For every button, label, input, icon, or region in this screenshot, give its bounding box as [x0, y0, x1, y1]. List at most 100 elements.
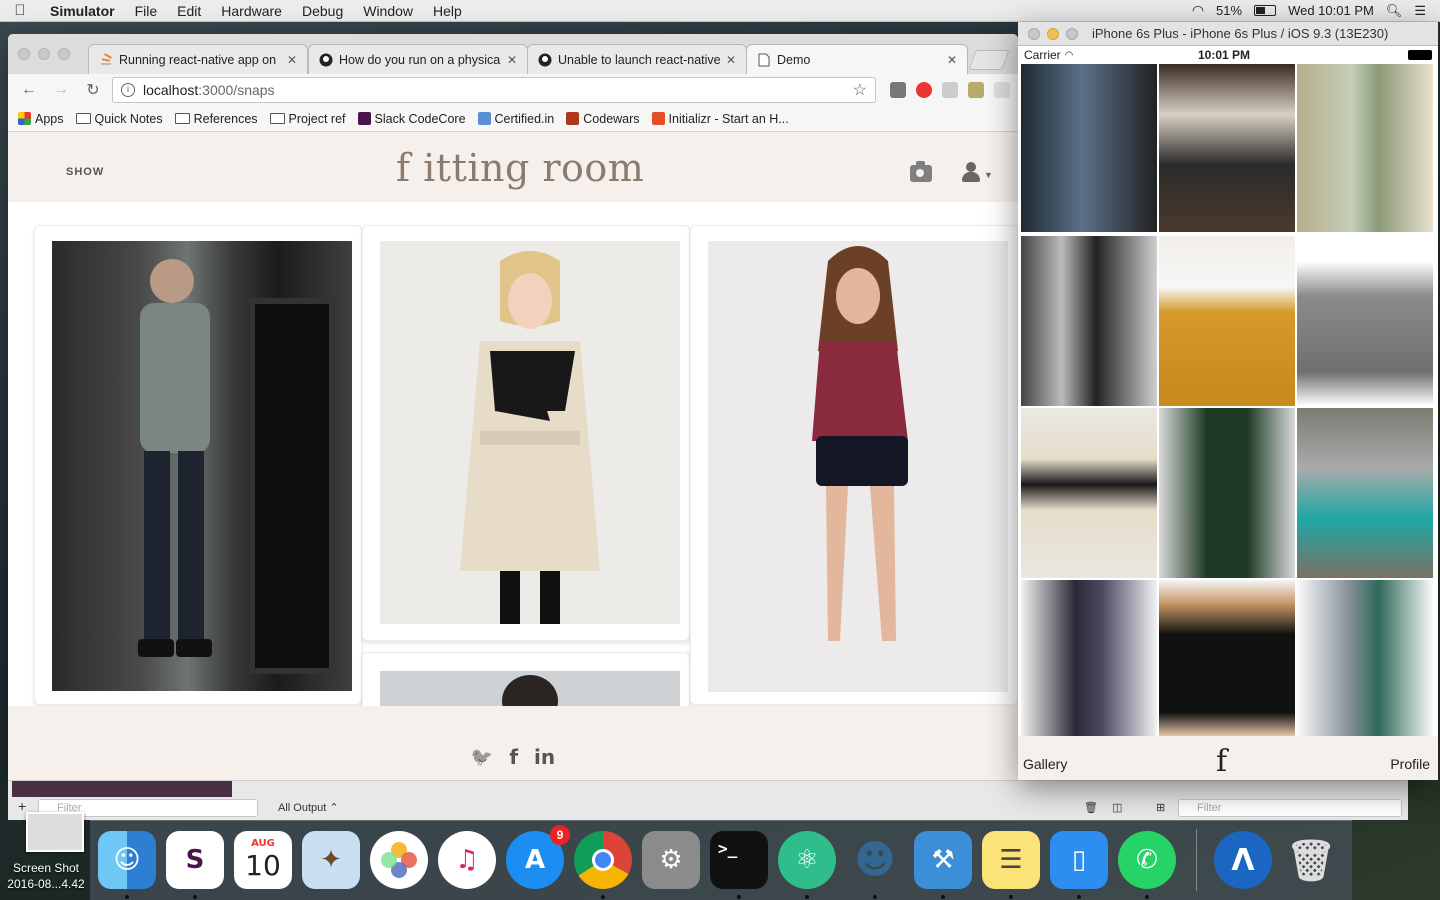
gallery-photo[interactable] — [1297, 236, 1433, 406]
snap-card[interactable] — [362, 652, 690, 713]
tab-running-react-native[interactable]: Running react-native app on ✕ — [88, 44, 308, 74]
slack-icon[interactable]: S — [166, 831, 224, 889]
photos-icon[interactable] — [370, 831, 428, 889]
battery-percent[interactable]: 51% — [1216, 3, 1242, 18]
bookmark-quick-notes[interactable]: Quick Notes — [75, 112, 163, 126]
opera-extension-icon[interactable] — [916, 82, 932, 98]
gallery-photo[interactable] — [1159, 236, 1295, 406]
gallery-photo[interactable] — [1159, 408, 1295, 578]
close-window-button[interactable] — [1028, 27, 1040, 40]
simulator-icon[interactable]: ▯ — [1050, 831, 1108, 889]
close-tab-icon[interactable]: ✕ — [947, 53, 957, 67]
itunes-icon[interactable]: ♫ — [438, 831, 496, 889]
battery-icon[interactable] — [1254, 5, 1277, 16]
menu-debug[interactable]: Debug — [292, 3, 353, 19]
notification-center-icon[interactable]: ☰ — [1414, 3, 1426, 19]
finder-icon[interactable]: ☺ — [98, 831, 156, 889]
close-tab-icon[interactable]: ✕ — [507, 53, 517, 67]
snap-card[interactable] — [362, 225, 690, 641]
bookmark-codewars[interactable]: Codewars — [566, 112, 640, 126]
menu-window[interactable]: Window — [353, 3, 423, 19]
site-info-icon[interactable]: i — [121, 83, 135, 97]
close-tab-icon[interactable]: ✕ — [287, 53, 297, 67]
wifi-icon[interactable]: ◠ — [1192, 2, 1204, 19]
whatsapp-icon[interactable]: ✆ — [1118, 831, 1176, 889]
notes-icon[interactable]: ☰ — [982, 831, 1040, 889]
apple-menu-icon[interactable]:  — [0, 2, 40, 19]
tab-unable-to-launch[interactable]: Unable to launch react-native ✕ — [527, 44, 747, 74]
close-tab-icon[interactable]: ✕ — [726, 53, 736, 67]
twitter-icon[interactable]: 🐦 — [471, 747, 493, 768]
bookmark-star-icon[interactable]: ☆ — [853, 80, 867, 100]
profile-tab[interactable]: Profile — [1390, 756, 1430, 772]
forward-button[interactable]: → — [48, 81, 74, 99]
add-icon[interactable]: + — [18, 798, 26, 814]
minimize-window-button[interactable] — [1047, 27, 1059, 40]
tab-how-do-you-run[interactable]: How do you run on a physica ✕ — [308, 44, 528, 74]
grid-view-icon[interactable]: ⊞ — [1156, 801, 1165, 814]
sourcetree-icon[interactable]: Λ — [1214, 831, 1272, 889]
terminal-icon[interactable]: >_ — [710, 831, 768, 889]
snap-card[interactable] — [34, 225, 362, 705]
calendar-icon[interactable]: AUG 10 — [234, 831, 292, 889]
app-logo-tab[interactable]: f — [1216, 744, 1227, 779]
atom-icon[interactable]: ⚛ — [778, 831, 836, 889]
gallery-tab[interactable]: Gallery — [1023, 756, 1067, 772]
menu-file[interactable]: File — [125, 3, 168, 19]
user-menu-icon[interactable]: ▼ — [960, 162, 996, 184]
gallery-photo[interactable] — [1021, 64, 1157, 232]
reload-button[interactable]: ↻ — [80, 80, 106, 100]
back-button[interactable]: ← — [16, 81, 42, 99]
trash-icon[interactable]: 🗑︎ — [1282, 831, 1340, 889]
chrome-icon[interactable] — [574, 831, 632, 889]
gallery-photo[interactable] — [1297, 580, 1433, 736]
facebook-icon[interactable]: f — [509, 745, 518, 769]
camera-icon[interactable] — [910, 161, 932, 182]
snap-card[interactable] — [690, 225, 1018, 705]
gallery-photo[interactable] — [1021, 580, 1157, 736]
extension-icon[interactable] — [890, 82, 906, 98]
menu-edit[interactable]: Edit — [167, 3, 211, 19]
gallery-photo[interactable] — [1297, 64, 1433, 232]
bookmark-slack-codecore[interactable]: Slack CodeCore — [357, 112, 466, 126]
menu-hardware[interactable]: Hardware — [211, 3, 292, 19]
extension-icon[interactable] — [994, 82, 1010, 98]
bookmark-certified[interactable]: Certified.in — [477, 112, 554, 126]
menu-app[interactable]: Simulator — [40, 3, 125, 19]
bookmark-apps[interactable]: Apps — [18, 112, 64, 126]
app-store-icon[interactable]: A9 — [506, 825, 570, 889]
bookmark-project-ref[interactable]: Project ref — [269, 112, 346, 126]
extension-icon[interactable] — [942, 82, 958, 98]
show-nav-link[interactable]: SHOW — [66, 166, 104, 178]
minimize-window-button[interactable] — [38, 48, 50, 60]
site-logo[interactable]: f itting room — [396, 146, 644, 190]
bookmark-references[interactable]: References — [174, 112, 258, 126]
address-bar[interactable]: i localhost:3000/snaps ☆ — [112, 77, 876, 103]
zoom-window-button[interactable] — [58, 48, 70, 60]
tab-demo[interactable]: Demo ✕ — [746, 44, 968, 74]
extension-icon[interactable] — [968, 82, 984, 98]
gallery-photo[interactable] — [1159, 580, 1295, 736]
screenshot-file-icon[interactable] — [26, 812, 84, 852]
mail-stamp-icon[interactable]: ✦ — [302, 831, 360, 889]
menubar-clock[interactable]: Wed 10:01 PM — [1288, 3, 1374, 18]
gallery-photo[interactable] — [1021, 408, 1157, 578]
postgres-elephant-icon[interactable]: ☻ — [846, 831, 904, 889]
linkedin-icon[interactable]: in — [534, 745, 555, 769]
screenshot-file-label[interactable]: Screen Shot 2016-08...4.42 — [0, 860, 92, 892]
all-output-selector[interactable]: All Output ⌃ — [278, 801, 339, 814]
trash-icon[interactable]: 🗑︎ — [1084, 801, 1098, 814]
close-window-button[interactable] — [18, 48, 30, 60]
spotlight-icon[interactable]: 🔍︎ — [1386, 3, 1403, 19]
menu-help[interactable]: Help — [423, 3, 472, 19]
layout-toggle-icon[interactable]: ◫ — [1112, 801, 1122, 814]
gallery-photo[interactable] — [1159, 64, 1295, 232]
xcode-icon[interactable]: ⚒ — [914, 831, 972, 889]
gallery-photo[interactable] — [1297, 408, 1433, 578]
system-preferences-icon[interactable]: ⚙ — [642, 831, 700, 889]
bookmark-initializr[interactable]: Initializr - Start an H... — [651, 112, 789, 126]
new-tab-button[interactable] — [968, 50, 1010, 70]
xcode-filter-input-right[interactable]: Filter — [1178, 799, 1402, 817]
zoom-window-button[interactable] — [1066, 27, 1078, 40]
gallery-photo[interactable] — [1021, 236, 1157, 406]
